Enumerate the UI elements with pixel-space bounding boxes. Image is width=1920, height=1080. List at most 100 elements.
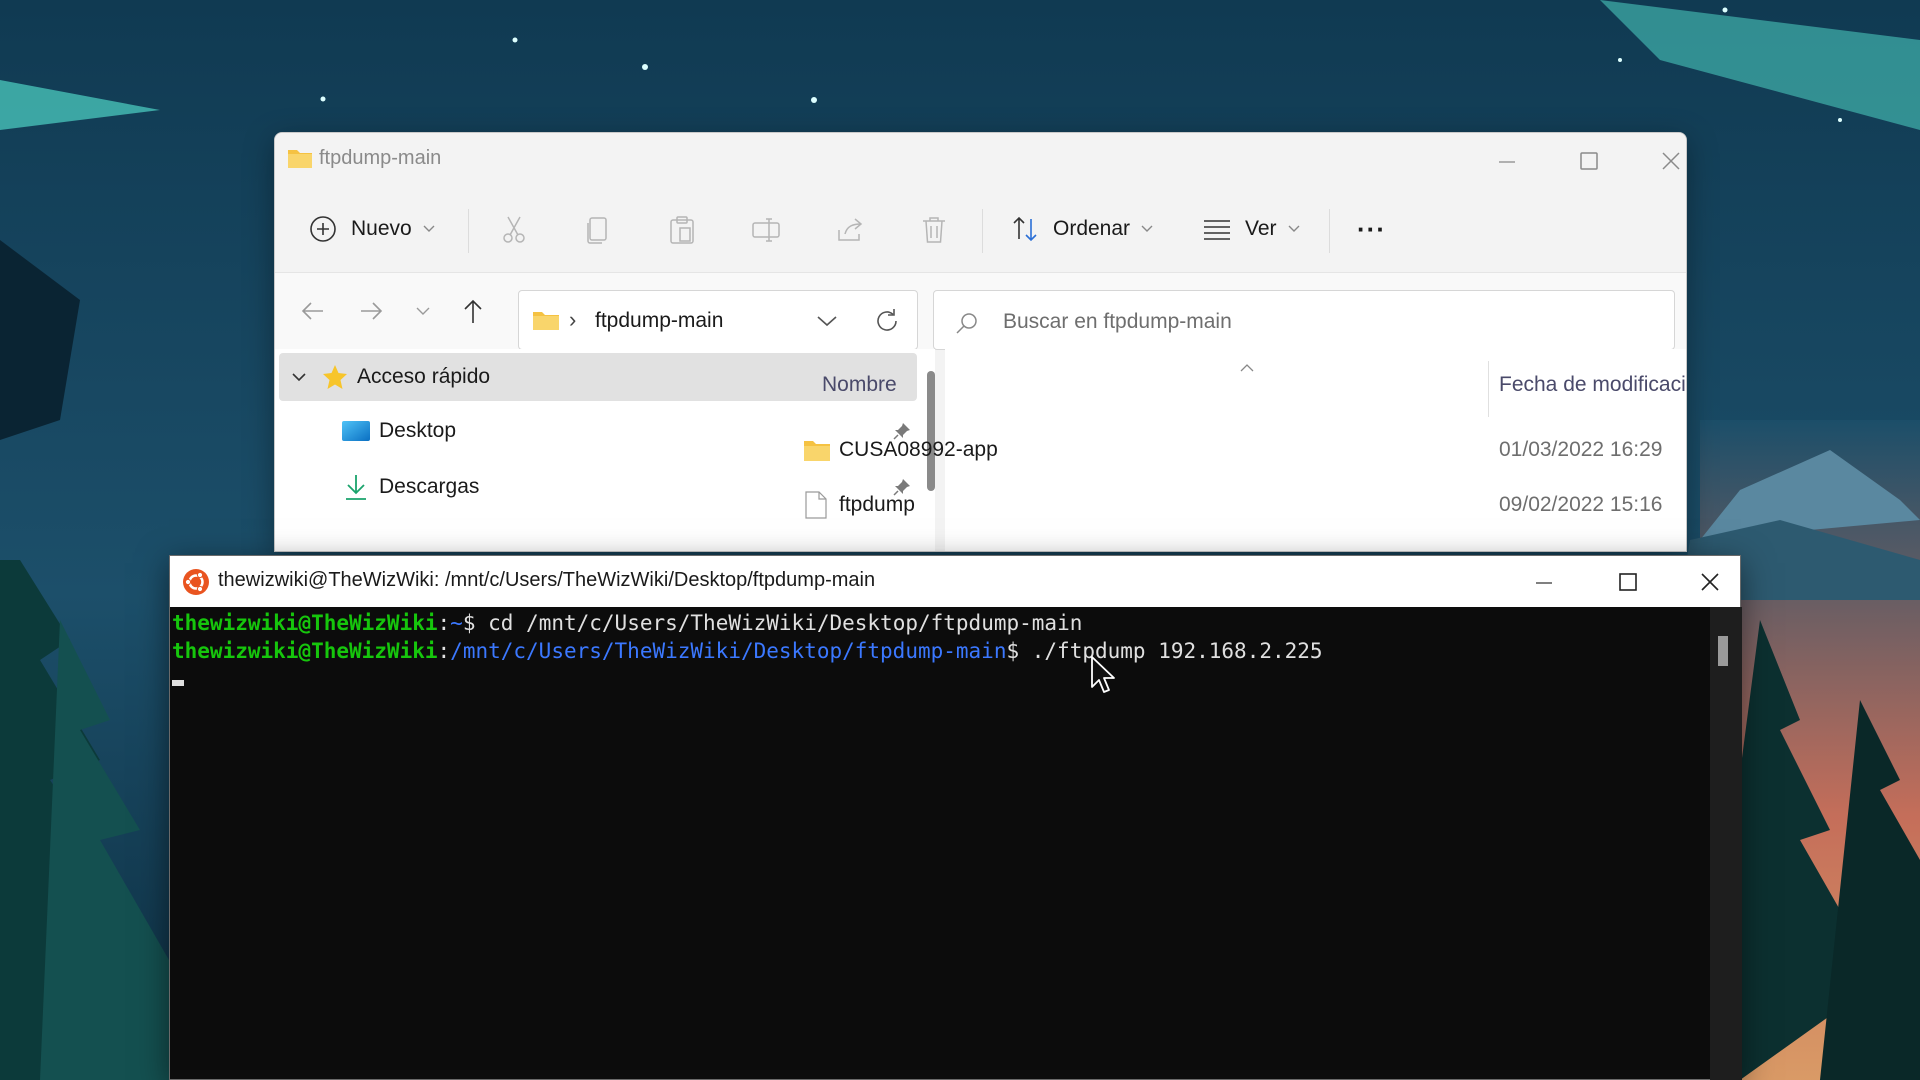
sort-button[interactable]: Ordenar xyxy=(1011,205,1154,253)
maximize-button[interactable] xyxy=(1559,143,1619,179)
star-icon xyxy=(323,365,347,389)
chevron-down-icon xyxy=(1288,225,1300,232)
sort-ascending-icon xyxy=(1240,364,1254,372)
breadcrumb-current[interactable]: ftpdump-main xyxy=(595,309,723,333)
paste-icon xyxy=(670,216,694,244)
terminal-line: thewizwiki@TheWizWiki:/mnt/c/Users/TheWi… xyxy=(172,637,1709,665)
folder-icon xyxy=(533,312,559,330)
prompt-path: /mnt/c/Users/TheWizWiki/Desktop/ftpdump-… xyxy=(450,639,1007,663)
rename-button[interactable] xyxy=(749,213,783,247)
terminal-cursor-line xyxy=(172,665,1709,693)
file-row[interactable]: CUSA08992-app xyxy=(803,427,1486,473)
file-date: 01/03/2022 16:29 xyxy=(1499,438,1663,461)
column-header-date[interactable]: Fecha de modificació xyxy=(1499,373,1686,397)
copy-button[interactable] xyxy=(581,213,615,247)
sort-button-label: Ordenar xyxy=(1053,217,1131,240)
terminal-titlebar[interactable]: thewizwiki@TheWizWiki: /mnt/c/Users/TheW… xyxy=(170,556,1740,607)
paste-button[interactable] xyxy=(665,213,699,247)
maximize-icon xyxy=(1580,152,1598,170)
prompt-user: thewizwiki@TheWizWiki xyxy=(172,639,438,663)
up-button[interactable] xyxy=(455,293,491,329)
scissors-icon xyxy=(503,216,525,243)
forward-button[interactable] xyxy=(353,293,389,329)
minimize-icon xyxy=(1536,582,1552,584)
rename-icon xyxy=(752,218,780,242)
more-options-button[interactable]: ··· xyxy=(1357,205,1386,253)
minimize-icon xyxy=(1499,161,1515,163)
trash-icon xyxy=(923,217,945,243)
nav-item-label: Desktop xyxy=(379,419,457,442)
command-text: ./ftpdump 192.168.2.225 xyxy=(1031,639,1323,663)
prompt-separator: : xyxy=(437,639,451,663)
cut-button[interactable] xyxy=(497,213,531,247)
share-button[interactable] xyxy=(833,213,867,247)
toolbar-separator xyxy=(468,209,469,253)
desktop-icon xyxy=(342,421,370,441)
prompt-separator: : xyxy=(437,611,451,635)
arrow-left-icon xyxy=(301,302,323,320)
search-icon xyxy=(956,313,977,334)
column-separator[interactable] xyxy=(1488,361,1489,417)
chevron-down-icon xyxy=(416,307,430,315)
refresh-icon[interactable] xyxy=(873,307,901,335)
explorer-titlebar[interactable]: ftpdump-main xyxy=(275,133,1686,187)
view-button-label: Ver xyxy=(1245,217,1277,240)
address-dropdown-icon[interactable] xyxy=(816,314,838,328)
close-button[interactable] xyxy=(1680,564,1740,600)
toolbar-separator xyxy=(1329,209,1330,253)
breadcrumb-separator: › xyxy=(569,307,577,332)
minimize-button[interactable] xyxy=(1477,143,1537,179)
text-cursor xyxy=(172,680,184,686)
new-button-label: Nuevo xyxy=(351,217,412,240)
prompt-symbol: $ xyxy=(1006,639,1032,663)
new-button[interactable]: Nuevo xyxy=(309,205,436,253)
file-name: CUSA08992-app xyxy=(839,438,998,461)
back-button[interactable] xyxy=(295,293,331,329)
chevron-down-icon xyxy=(292,373,306,382)
toolbar-separator xyxy=(982,209,983,253)
terminal-scrollbar-track[interactable] xyxy=(1710,607,1742,1080)
column-header-name[interactable]: Nombre xyxy=(822,373,897,397)
window-title: ftpdump-main xyxy=(319,147,442,169)
file-row[interactable]: ftpdump xyxy=(805,482,1488,528)
command-bar: Nuevo Ordenar Ver ··· xyxy=(275,187,1686,273)
copy-icon xyxy=(587,217,607,244)
plus-circle-icon xyxy=(310,216,336,242)
download-icon xyxy=(346,475,366,500)
chevron-down-icon xyxy=(1141,225,1153,232)
prompt-user: thewizwiki@TheWizWiki xyxy=(172,611,438,635)
close-icon xyxy=(1701,573,1719,591)
delete-button[interactable] xyxy=(917,213,951,247)
close-icon xyxy=(1662,152,1680,170)
file-icon xyxy=(805,491,827,519)
recent-locations-button[interactable] xyxy=(405,293,441,329)
file-explorer-window: ftpdump-main Nuevo Ordenar Ver ··· › ftp… xyxy=(274,132,1687,552)
view-list-icon xyxy=(1204,220,1230,240)
ubuntu-icon xyxy=(183,569,209,595)
sort-icon xyxy=(1013,216,1037,242)
search-placeholder: Buscar en ftpdump-main xyxy=(1003,310,1232,333)
terminal-output[interactable]: thewizwiki@TheWizWiki:~$ cd /mnt/c/Users… xyxy=(170,607,1709,1080)
file-name: ftpdump xyxy=(839,493,915,516)
folder-icon xyxy=(804,441,830,461)
maximize-icon xyxy=(1619,573,1637,591)
prompt-symbol: $ xyxy=(462,611,489,635)
terminal-window[interactable]: thewizwiki@TheWizWiki: /mnt/c/Users/TheW… xyxy=(169,555,1742,1080)
nav-item-label: Descargas xyxy=(379,475,480,498)
prompt-path: ~ xyxy=(450,611,463,635)
maximize-button[interactable] xyxy=(1598,564,1658,600)
arrow-up-icon xyxy=(464,299,482,323)
terminal-title: thewizwiki@TheWizWiki: /mnt/c/Users/TheW… xyxy=(218,569,876,591)
share-icon xyxy=(838,218,863,241)
arrow-right-icon xyxy=(361,302,383,320)
terminal-line: thewizwiki@TheWizWiki:~$ cd /mnt/c/Users… xyxy=(172,609,1709,637)
terminal-scrollbar-thumb[interactable] xyxy=(1718,636,1728,666)
folder-icon xyxy=(288,150,312,168)
command-text: cd /mnt/c/Users/TheWizWiki/Desktop/ftpdu… xyxy=(488,611,1083,635)
view-button[interactable]: Ver xyxy=(1203,205,1301,253)
close-button[interactable] xyxy=(1641,143,1686,179)
minimize-button[interactable] xyxy=(1514,564,1574,600)
mouse-pointer-icon xyxy=(1091,656,1115,693)
file-date: 09/02/2022 15:16 xyxy=(1499,493,1663,516)
chevron-down-icon xyxy=(423,225,435,232)
